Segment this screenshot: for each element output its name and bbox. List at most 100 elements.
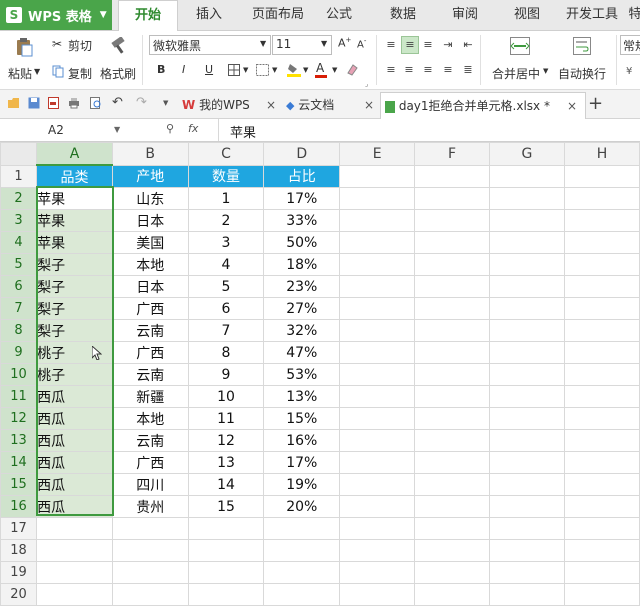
align-center-icon[interactable]: ≡ <box>401 62 417 78</box>
dialog-launcher-icon[interactable]: ⌟ <box>365 80 368 88</box>
row-header[interactable]: 10 <box>0 363 38 386</box>
row-header[interactable]: 7 <box>0 297 38 320</box>
cell-b19[interactable] <box>111 561 189 584</box>
column-header-h[interactable]: H <box>563 142 640 166</box>
cell-g14[interactable] <box>488 451 565 474</box>
cell-a10[interactable]: 桃子 <box>36 363 113 386</box>
font-color-icon[interactable]: A <box>316 61 324 75</box>
cell-b13[interactable]: 云南 <box>111 429 189 452</box>
cell-f10[interactable] <box>414 363 490 386</box>
cell-f12[interactable] <box>414 407 490 430</box>
row-header[interactable]: 13 <box>0 429 38 452</box>
cell-d10[interactable]: 53% <box>263 363 341 386</box>
tab-view[interactable]: 视图 <box>506 0 548 30</box>
number-format-select[interactable]: 常规 <box>620 35 640 55</box>
cell-a1[interactable]: 品类 <box>36 164 113 188</box>
chevron-down-icon[interactable]: ▼ <box>272 66 277 74</box>
chevron-down-icon[interactable]: ▼ <box>114 120 120 140</box>
copy-icon[interactable] <box>52 65 64 78</box>
column-header-c[interactable]: C <box>187 142 265 166</box>
save-icon[interactable] <box>28 97 40 109</box>
cell-e18[interactable] <box>339 539 416 562</box>
cell-a15[interactable]: 西瓜 <box>36 473 113 496</box>
cell-g9[interactable] <box>488 341 565 364</box>
cell-c15[interactable]: 14 <box>187 473 265 496</box>
cell-g5[interactable] <box>488 253 565 276</box>
cell-a16[interactable]: 西瓜 <box>36 495 113 518</box>
cell-d6[interactable]: 23% <box>263 275 341 298</box>
cell-d12[interactable]: 15% <box>263 407 341 430</box>
cell-c13[interactable]: 12 <box>187 429 265 452</box>
tab-formulas[interactable]: 公式 <box>318 0 360 30</box>
cell-f5[interactable] <box>414 253 490 276</box>
column-header-a[interactable]: A <box>36 142 113 166</box>
cell-f11[interactable] <box>414 385 490 408</box>
scissors-icon[interactable]: ✂ <box>52 37 62 51</box>
new-tab-icon[interactable]: + <box>588 93 603 114</box>
function-icon[interactable]: fx <box>188 122 198 135</box>
undo-icon[interactable]: ↶ <box>112 95 123 110</box>
tab-developer[interactable]: 开发工具 <box>562 0 622 30</box>
cell-e12[interactable] <box>339 407 416 430</box>
cell-c20[interactable] <box>187 583 265 606</box>
cell-d13[interactable]: 16% <box>263 429 341 452</box>
name-box[interactable]: A2 ▼ <box>0 120 120 140</box>
formula-input[interactable]: 苹果 <box>230 122 256 141</box>
copy-button[interactable]: 复制 <box>68 65 92 82</box>
close-icon[interactable]: × <box>266 92 276 118</box>
cell-h18[interactable] <box>563 539 640 562</box>
cell-e17[interactable] <box>339 517 416 540</box>
cell-e15[interactable] <box>339 473 416 496</box>
cell-c3[interactable]: 2 <box>187 209 265 232</box>
cell-h8[interactable] <box>563 319 640 342</box>
tab-data[interactable]: 数据 <box>382 0 424 30</box>
cell-c5[interactable]: 4 <box>187 253 265 276</box>
cell-d16[interactable]: 20% <box>263 495 341 518</box>
cell-c14[interactable]: 13 <box>187 451 265 474</box>
cell-h9[interactable] <box>563 341 640 364</box>
format-painter-icon[interactable] <box>110 37 128 55</box>
cell-e7[interactable] <box>339 297 416 320</box>
tab-page-layout[interactable]: 页面布局 <box>244 0 312 30</box>
chevron-down-icon[interactable]: ▼ <box>543 67 548 75</box>
tab-insert[interactable]: 插入 <box>184 0 234 30</box>
cell-b8[interactable]: 云南 <box>111 319 189 342</box>
chevron-down-icon[interactable]: ▼ <box>243 66 248 74</box>
cell-g19[interactable] <box>488 561 565 584</box>
cell-h10[interactable] <box>563 363 640 386</box>
justify-icon[interactable]: ≡ <box>440 62 456 78</box>
currency-icon[interactable]: ¥ <box>626 66 632 77</box>
cell-b10[interactable]: 云南 <box>111 363 189 386</box>
cell-f13[interactable] <box>414 429 490 452</box>
cell-g12[interactable] <box>488 407 565 430</box>
increase-font-icon[interactable]: A+ <box>338 36 351 50</box>
cell-c8[interactable]: 7 <box>187 319 265 342</box>
cell-c11[interactable]: 10 <box>187 385 265 408</box>
row-header[interactable]: 18 <box>0 539 38 562</box>
cell-f3[interactable] <box>414 209 490 232</box>
cell-g3[interactable] <box>488 209 565 232</box>
cell-a2[interactable]: 苹果 <box>36 187 113 210</box>
cell-h14[interactable] <box>563 451 640 474</box>
chevron-down-icon[interactable]: ▼ <box>332 66 337 74</box>
select-all-corner[interactable] <box>0 142 38 166</box>
cell-h6[interactable] <box>563 275 640 298</box>
row-header[interactable]: 2 <box>0 187 38 210</box>
cell-h12[interactable] <box>563 407 640 430</box>
cell-g1[interactable] <box>488 164 565 188</box>
cell-g16[interactable] <box>488 495 565 518</box>
row-header[interactable]: 3 <box>0 209 38 232</box>
cell-h20[interactable] <box>563 583 640 606</box>
cell-b11[interactable]: 新疆 <box>111 385 189 408</box>
cell-d3[interactable]: 33% <box>263 209 341 232</box>
cell-a17[interactable] <box>36 517 113 540</box>
cell-d18[interactable] <box>263 539 341 562</box>
italic-button[interactable]: I <box>182 63 185 76</box>
cell-g2[interactable] <box>488 187 565 210</box>
cell-c4[interactable]: 3 <box>187 231 265 254</box>
cell-h16[interactable] <box>563 495 640 518</box>
row-header[interactable]: 19 <box>0 561 38 584</box>
cell-a12[interactable]: 西瓜 <box>36 407 113 430</box>
row-header[interactable]: 1 <box>0 164 38 188</box>
cell-a20[interactable] <box>36 583 113 606</box>
